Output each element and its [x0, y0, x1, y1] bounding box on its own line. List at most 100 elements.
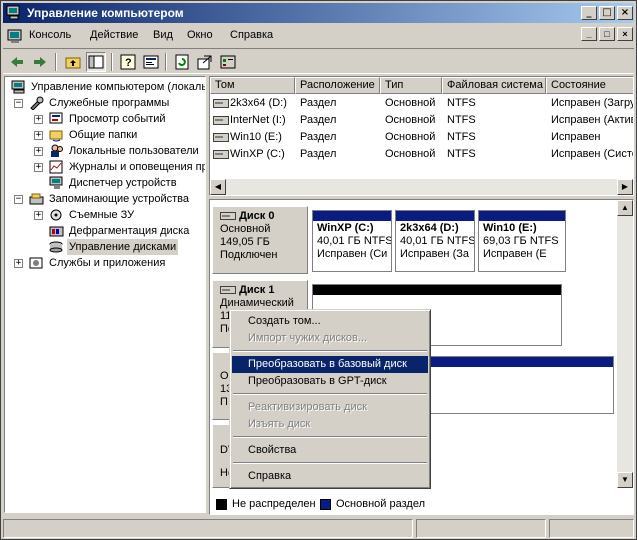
title-bar[interactable]: Управление компьютером _ □ ×	[3, 3, 634, 23]
column-header-status[interactable]: Состояние	[546, 77, 633, 94]
table-row[interactable]: Win10 (E:) Раздел Основной NTFS Исправен	[210, 129, 633, 146]
help-icon[interactable]: ?	[118, 52, 138, 72]
table-row[interactable]: WinXP (C:) Раздел Основной NTFS Исправен…	[210, 146, 633, 163]
tree-item-removable-storage[interactable]: + Съемные ЗУ	[5, 207, 205, 223]
up-folder-icon[interactable]	[63, 52, 83, 72]
menu-window[interactable]: Окно	[187, 29, 213, 41]
defrag-icon	[49, 226, 64, 237]
tree-item-local-users[interactable]: + Локальные пользователи	[5, 143, 205, 159]
tools-icon	[30, 96, 44, 110]
tree-root-label: Управление компьютером (локаль	[31, 81, 206, 93]
console-icon[interactable]	[7, 28, 23, 44]
computer-icon	[11, 80, 25, 94]
scroll-down-icon[interactable]: ▼	[617, 472, 633, 488]
expand-icon[interactable]: +	[34, 163, 43, 172]
tree-item-services-apps[interactable]: + Службы и приложения	[5, 255, 205, 271]
menu-item-convert-basic[interactable]: Преобразовать в базовый диск	[232, 356, 428, 373]
scroll-up-icon[interactable]: ▲	[617, 200, 633, 216]
tree-item-defrag[interactable]: Дефрагментация диска	[5, 223, 205, 239]
menu-item-properties[interactable]: Свойства	[232, 442, 428, 459]
menu-item-remove-disk[interactable]: Изъять диск	[232, 416, 428, 433]
logs-icon	[49, 160, 63, 174]
partition-2k3x64[interactable]: 2k3x64 (D:) 40,01 ГБ NTFS Исправен (За	[395, 210, 475, 272]
settings-icon[interactable]	[218, 52, 238, 72]
svg-text:?: ?	[125, 57, 132, 69]
menu-separator	[233, 436, 427, 438]
expand-icon[interactable]: +	[34, 211, 43, 220]
menu-item-create-volume[interactable]: Создать том...	[232, 313, 428, 330]
partition-band	[479, 211, 565, 221]
partition-winxp[interactable]: WinXP (C:) 40,01 ГБ NTFS Исправен (Си	[312, 210, 392, 272]
tree-item-system-tools[interactable]: − Служебные программы	[5, 95, 205, 111]
partition-title: WinXP (C:)	[317, 222, 374, 234]
show-tree-icon[interactable]	[86, 52, 106, 72]
properties-icon[interactable]	[141, 52, 161, 72]
column-header-filesystem[interactable]: Файловая система	[442, 77, 546, 94]
maximize-button[interactable]: □	[599, 6, 615, 20]
tree-item-performance-logs[interactable]: + Журналы и оповещения пр	[5, 159, 205, 175]
column-header-volume[interactable]: Том	[210, 77, 295, 94]
menu-action[interactable]: Действие	[90, 29, 138, 41]
device-manager-icon	[49, 176, 63, 189]
expand-icon[interactable]: +	[34, 115, 43, 124]
disk-0-label[interactable]: Диск 0 Основной 149,05 ГБ Подключен	[212, 206, 308, 274]
toolbar: ?	[3, 48, 634, 74]
volume-icon	[213, 99, 229, 108]
refresh-icon[interactable]	[172, 52, 192, 72]
child-close-button[interactable]: ×	[617, 27, 633, 41]
menu-item-import-foreign[interactable]: Импорт чужих дисков...	[232, 330, 428, 347]
menu-item-reactivate[interactable]: Реактивизировать диск	[232, 399, 428, 416]
partition-status: Исправен (Си	[317, 248, 388, 260]
partition-win10[interactable]: Win10 (E:) 69,03 ГБ NTFS Исправен (E	[478, 210, 566, 272]
volume-fs: NTFS	[447, 148, 476, 160]
column-header-location[interactable]: Расположение	[295, 77, 380, 94]
volume-status: Исправен	[551, 131, 601, 143]
volume-status: Исправен (Актив	[551, 114, 634, 126]
volume-type: Основной	[385, 97, 436, 109]
child-minimize-button[interactable]: _	[581, 27, 597, 41]
expand-icon[interactable]: +	[14, 259, 23, 268]
toolbar-separator	[165, 53, 167, 71]
tree-item-event-viewer[interactable]: + Просмотр событий	[5, 111, 205, 127]
menu-console[interactable]: Консоль	[29, 29, 71, 41]
computer-management-icon	[6, 5, 20, 20]
toolbar-separator	[55, 53, 57, 71]
column-header-type[interactable]: Тип	[380, 77, 442, 94]
forward-icon[interactable]	[30, 52, 50, 72]
scroll-left-icon[interactable]: ◀	[210, 179, 226, 195]
export-icon[interactable]	[195, 52, 215, 72]
volume-name: WinXP (C:)	[230, 148, 285, 160]
shared-folder-icon	[49, 130, 63, 142]
unallocated-swatch	[216, 499, 227, 510]
minimize-button[interactable]: _	[581, 6, 597, 20]
scroll-right-icon[interactable]: ▶	[617, 179, 633, 195]
collapse-icon[interactable]: −	[14, 99, 23, 108]
menu-item-help[interactable]: Справка	[232, 468, 428, 485]
menu-help[interactable]: Справка	[230, 29, 273, 41]
tree-item-label: Запоминающие устройства	[49, 193, 190, 205]
vertical-scrollbar[interactable]: ▲ ▼	[617, 200, 633, 488]
child-restore-button[interactable]: □	[599, 27, 615, 41]
volume-location: Раздел	[300, 131, 337, 143]
close-button[interactable]: ×	[617, 6, 633, 20]
menu-view[interactable]: Вид	[153, 29, 173, 41]
menu-item-convert-gpt[interactable]: Преобразовать в GPT-диск	[232, 373, 428, 390]
volume-status: Исправен (Систе	[551, 148, 634, 160]
volume-list[interactable]: Том Расположение Тип Файловая система Со…	[209, 76, 634, 196]
expand-icon[interactable]: +	[34, 147, 43, 156]
tree-item-disk-management[interactable]: Управление дисками	[5, 239, 205, 255]
back-icon[interactable]	[7, 52, 27, 72]
tree-item-storage[interactable]: − Запоминающие устройства	[5, 191, 205, 207]
table-row[interactable]: InterNet (I:) Раздел Основной NTFS Испра…	[210, 112, 633, 129]
collapse-icon[interactable]: −	[14, 195, 23, 204]
table-row[interactable]: 2k3x64 (D:) Раздел Основной NTFS Исправе…	[210, 95, 633, 112]
tree-item-device-manager[interactable]: Диспетчер устройств	[5, 175, 205, 191]
tree-item-label: Локальные пользователи	[69, 145, 199, 157]
volume-name: Win10 (E:)	[230, 131, 282, 143]
tree-item-label: Служебные программы	[49, 97, 170, 109]
expand-icon[interactable]: +	[34, 131, 43, 140]
horizontal-scrollbar[interactable]: ◀ ▶	[210, 179, 633, 195]
legend-unallocated: Не распределен	[232, 498, 316, 510]
tree-item-shared-folders[interactable]: + Общие папки	[5, 127, 205, 143]
console-tree[interactable]: Управление компьютером (локаль − Служебн…	[4, 76, 206, 513]
